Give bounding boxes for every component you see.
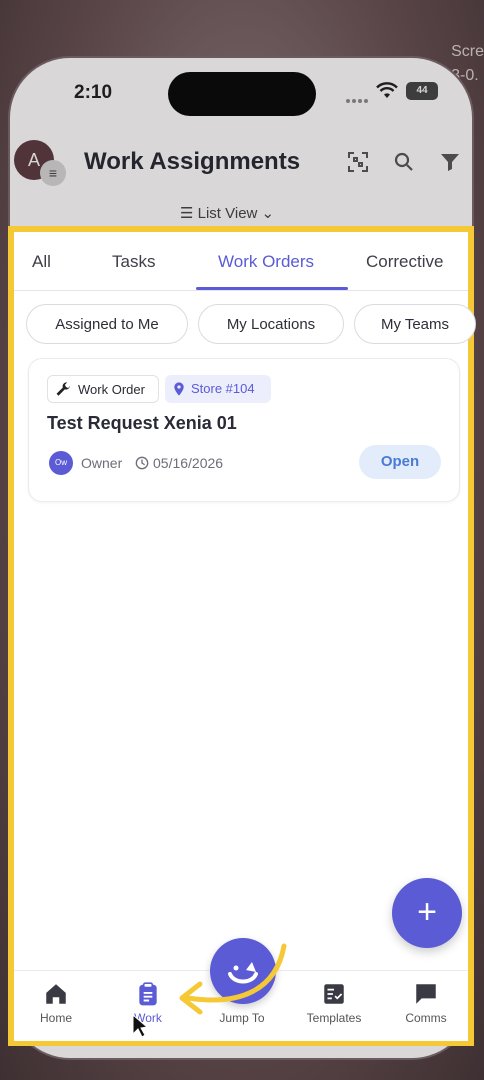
- filter-icon[interactable]: [438, 150, 462, 174]
- location-pin-icon: [174, 382, 184, 396]
- jump-to-button[interactable]: [210, 938, 276, 1004]
- nav-comms-label: Comms: [405, 1011, 447, 1025]
- nav-home[interactable]: Home: [16, 981, 96, 1025]
- tab-all[interactable]: All: [32, 252, 51, 272]
- owner-label: Owner: [81, 455, 123, 471]
- nav-jump-to-label: Jump To: [219, 1011, 265, 1025]
- add-button[interactable]: +: [392, 878, 462, 948]
- nav-comms[interactable]: Comms: [386, 981, 466, 1025]
- highlighted-content-panel: All Tasks Work Orders Corrective Assigne…: [8, 226, 476, 1046]
- status-badge[interactable]: Open: [359, 445, 441, 479]
- type-badge-label: Work Order: [78, 382, 145, 397]
- tab-work-orders[interactable]: Work Orders: [218, 252, 314, 272]
- list-icon: ☰: [180, 205, 198, 222]
- chevron-down-icon: ⌄: [257, 205, 275, 222]
- filter-chip-my-locations[interactable]: My Locations: [198, 304, 344, 344]
- status-bar: 2:10 44: [10, 72, 472, 116]
- work-order-card[interactable]: Work Order Store #104 Test Request Xenia…: [28, 358, 460, 502]
- chat-icon: [416, 984, 436, 1004]
- tab-bar: All Tasks Work Orders Corrective: [14, 232, 468, 291]
- nav-home-label: Home: [39, 1011, 72, 1025]
- page-title: Work Assignments: [84, 148, 301, 175]
- signal-icon: [346, 90, 372, 103]
- scan-icon[interactable]: [346, 150, 370, 174]
- wifi-icon: [376, 82, 398, 98]
- owner-avatar: Ow: [49, 451, 73, 475]
- home-icon: [46, 984, 66, 1004]
- location-badge: Store #104: [165, 375, 271, 403]
- due-date: 05/16/2026: [153, 455, 224, 471]
- background-text-line: Scre: [451, 43, 484, 60]
- menu-icon[interactable]: ≡: [40, 160, 66, 186]
- search-icon[interactable]: [392, 150, 416, 174]
- nav-templates[interactable]: Templates: [294, 981, 374, 1025]
- nav-templates-label: Templates: [306, 1011, 362, 1025]
- nav-work[interactable]: Work: [108, 981, 188, 1025]
- clipboard-icon: [139, 982, 157, 1006]
- type-badge: Work Order: [47, 375, 159, 403]
- clock-icon: [135, 456, 149, 470]
- active-tab-indicator: [196, 287, 348, 290]
- app-header: A ≡ Work Assignments: [10, 138, 472, 198]
- filter-chip-assigned-to-me[interactable]: Assigned to Me: [26, 304, 188, 344]
- tab-corrective[interactable]: Corrective: [366, 252, 443, 272]
- battery-icon: 44: [406, 82, 438, 100]
- jump-icon: [228, 962, 258, 984]
- templates-icon: [324, 984, 344, 1004]
- tab-tasks[interactable]: Tasks: [112, 252, 155, 272]
- view-selector[interactable]: ☰ List View ⌄: [180, 204, 274, 222]
- status-time: 2:10: [74, 82, 113, 103]
- view-selector-label: List View: [197, 205, 258, 222]
- filter-chip-my-teams[interactable]: My Teams: [354, 304, 476, 344]
- location-badge-label: Store #104: [191, 381, 255, 396]
- wrench-icon: [56, 382, 70, 396]
- nav-work-label: Work: [134, 1011, 162, 1025]
- card-title: Test Request Xenia 01: [47, 413, 237, 433]
- dynamic-island: [168, 72, 316, 116]
